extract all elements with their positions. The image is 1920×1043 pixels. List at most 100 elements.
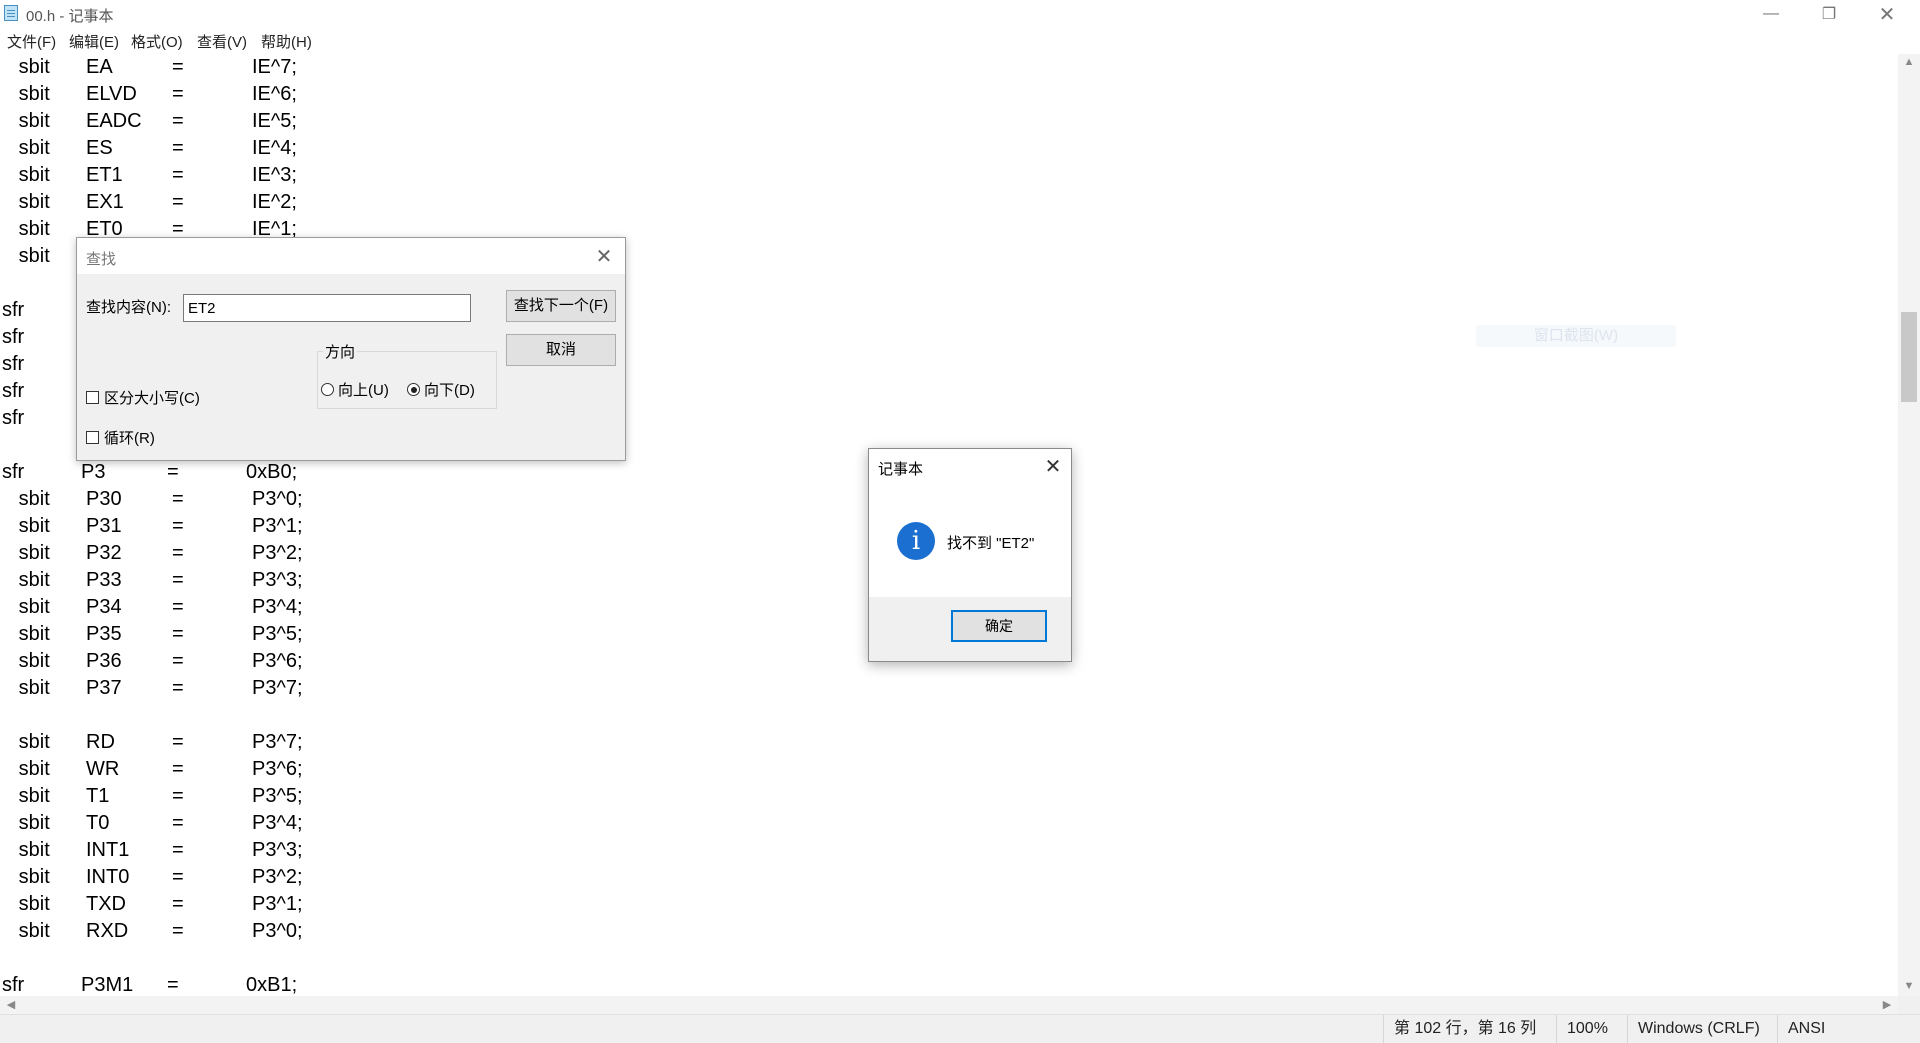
wrap-around-label: 循环(R) [104,430,155,447]
maximize-button[interactable]: ❐ [1800,0,1858,28]
code-eq: = [172,110,184,132]
code-name: P30 [86,488,122,510]
match-case-checkbox[interactable]: 区分大小写(C) [86,387,200,408]
code-eq: = [172,920,184,942]
code-name: T1 [86,785,110,807]
menu-edit[interactable]: 编辑(E) [69,31,119,52]
find-dialog: 查找 ✕ 查找内容(N): 查找下一个(F) 取消 方向 向上(U) 向下(D)… [76,237,626,461]
code-val: IE^2; [252,191,297,213]
code-eq: = [167,461,179,483]
code-name: P32 [86,542,122,564]
menu-view[interactable]: 查看(V) [197,31,247,52]
code-kw: sbit [2,758,50,780]
scroll-down-icon[interactable]: ▼ [1898,980,1920,992]
cancel-button[interactable]: 取消 [506,334,616,366]
code-val: P3^1; [252,515,303,537]
code-eq: = [172,839,184,861]
ok-button[interactable]: 确定 [951,610,1047,642]
direction-down-radio[interactable]: 向下(D) [407,379,475,400]
code-val: P3^2; [252,866,303,888]
vertical-scrollbar[interactable]: ▲ ▼ [1898,54,1920,996]
status-encoding: ANSI [1777,1015,1920,1043]
message-close-icon[interactable]: ✕ [1039,454,1067,478]
status-line-ending: Windows (CRLF) [1627,1015,1777,1043]
code-kw: sbit [2,245,50,267]
code-name: P3M1 [81,974,134,996]
code-val: P3^2; [252,542,303,564]
code-kw: sbit [2,218,50,240]
direction-label: 方向 [323,341,358,362]
find-what-input[interactable] [183,294,471,322]
checkbox-icon[interactable] [86,431,99,444]
code-val: P3^5; [252,623,303,645]
code-val: IE^7; [252,56,297,78]
wrap-around-checkbox[interactable]: 循环(R) [86,427,155,448]
close-button[interactable]: ✕ [1858,0,1916,28]
match-case-label: 区分大小写(C) [104,390,200,407]
direction-up-radio[interactable]: 向上(U) [321,379,389,400]
code-kw: sbit [2,731,50,753]
code-name: EX1 [86,191,124,213]
code-name: WR [86,758,120,780]
code-name: T0 [86,812,110,834]
code-val: P3^3; [252,569,303,591]
code-eq: = [172,731,184,753]
scroll-left-icon[interactable]: ◀ [0,998,22,1011]
code-val: IE^6; [252,83,297,105]
horizontal-scrollbar[interactable]: ◀ ▶ [0,996,1898,1014]
menu-help[interactable]: 帮助(H) [261,31,312,52]
code-name: TXD [86,893,126,915]
code-eq: = [172,83,184,105]
code-eq: = [172,758,184,780]
code-kw: sfr [2,407,25,429]
find-close-icon[interactable]: ✕ [589,244,619,268]
code-val: P3^0; [252,488,303,510]
code-kw: sbit [2,488,50,510]
scroll-up-icon[interactable]: ▲ [1898,56,1920,68]
code-kw: sfr [2,299,25,321]
minimize-button[interactable]: — [1742,0,1800,28]
code-name: ET1 [86,164,123,186]
code-kw: sfr [2,353,25,375]
scroll-right-icon[interactable]: ▶ [1876,998,1898,1011]
code-val: P3^6; [252,758,303,780]
checkbox-icon[interactable] [86,391,99,404]
find-what-label: 查找内容(N): [86,299,171,316]
menu-format[interactable]: 格式(O) [131,31,183,52]
code-kw: sbit [2,191,50,213]
code-name: INT0 [86,866,130,888]
vertical-scroll-thumb[interactable] [1901,312,1917,402]
direction-up-label: 向上(U) [338,382,389,399]
code-val: P3^6; [252,650,303,672]
code-kw: sbit [2,110,50,132]
code-kw: sfr [2,461,25,483]
code-kw: sbit [2,623,50,645]
scrollbar-corner [1898,996,1920,1014]
message-box: 记事本 ✕ i 找不到 "ET2" 确定 [868,448,1072,662]
window-screenshot-hint: 窗口截图(W) [1476,325,1676,347]
code-eq: = [172,542,184,564]
code-kw: sbit [2,137,50,159]
code-name: ELVD [86,83,137,105]
code-name: INT1 [86,839,130,861]
code-val: IE^5; [252,110,297,132]
code-eq: = [172,677,184,699]
code-kw: sbit [2,785,50,807]
direction-down-label: 向下(D) [424,382,475,399]
code-kw: sfr [2,380,25,402]
code-eq: = [172,866,184,888]
find-dialog-titlebar: 查找 ✕ [77,238,625,274]
code-kw: sbit [2,164,50,186]
find-next-button[interactable]: 查找下一个(F) [506,290,616,322]
code-eq: = [172,650,184,672]
info-icon: i [897,522,935,560]
menu-bar: 文件(F) 编辑(E) 格式(O) 查看(V) 帮助(H) [0,28,1920,52]
status-position: 第 102 行，第 16 列 [1383,1015,1556,1043]
menu-file[interactable]: 文件(F) [7,31,56,52]
title-bar: 00.h - 记事本 — ❐ ✕ [0,0,1920,28]
code-val: IE^4; [252,137,297,159]
status-bar: 第 102 行，第 16 列 100% Windows (CRLF) ANSI [0,1014,1920,1043]
code-eq: = [172,515,184,537]
radio-on-icon[interactable] [407,383,420,396]
radio-off-icon[interactable] [321,383,334,396]
